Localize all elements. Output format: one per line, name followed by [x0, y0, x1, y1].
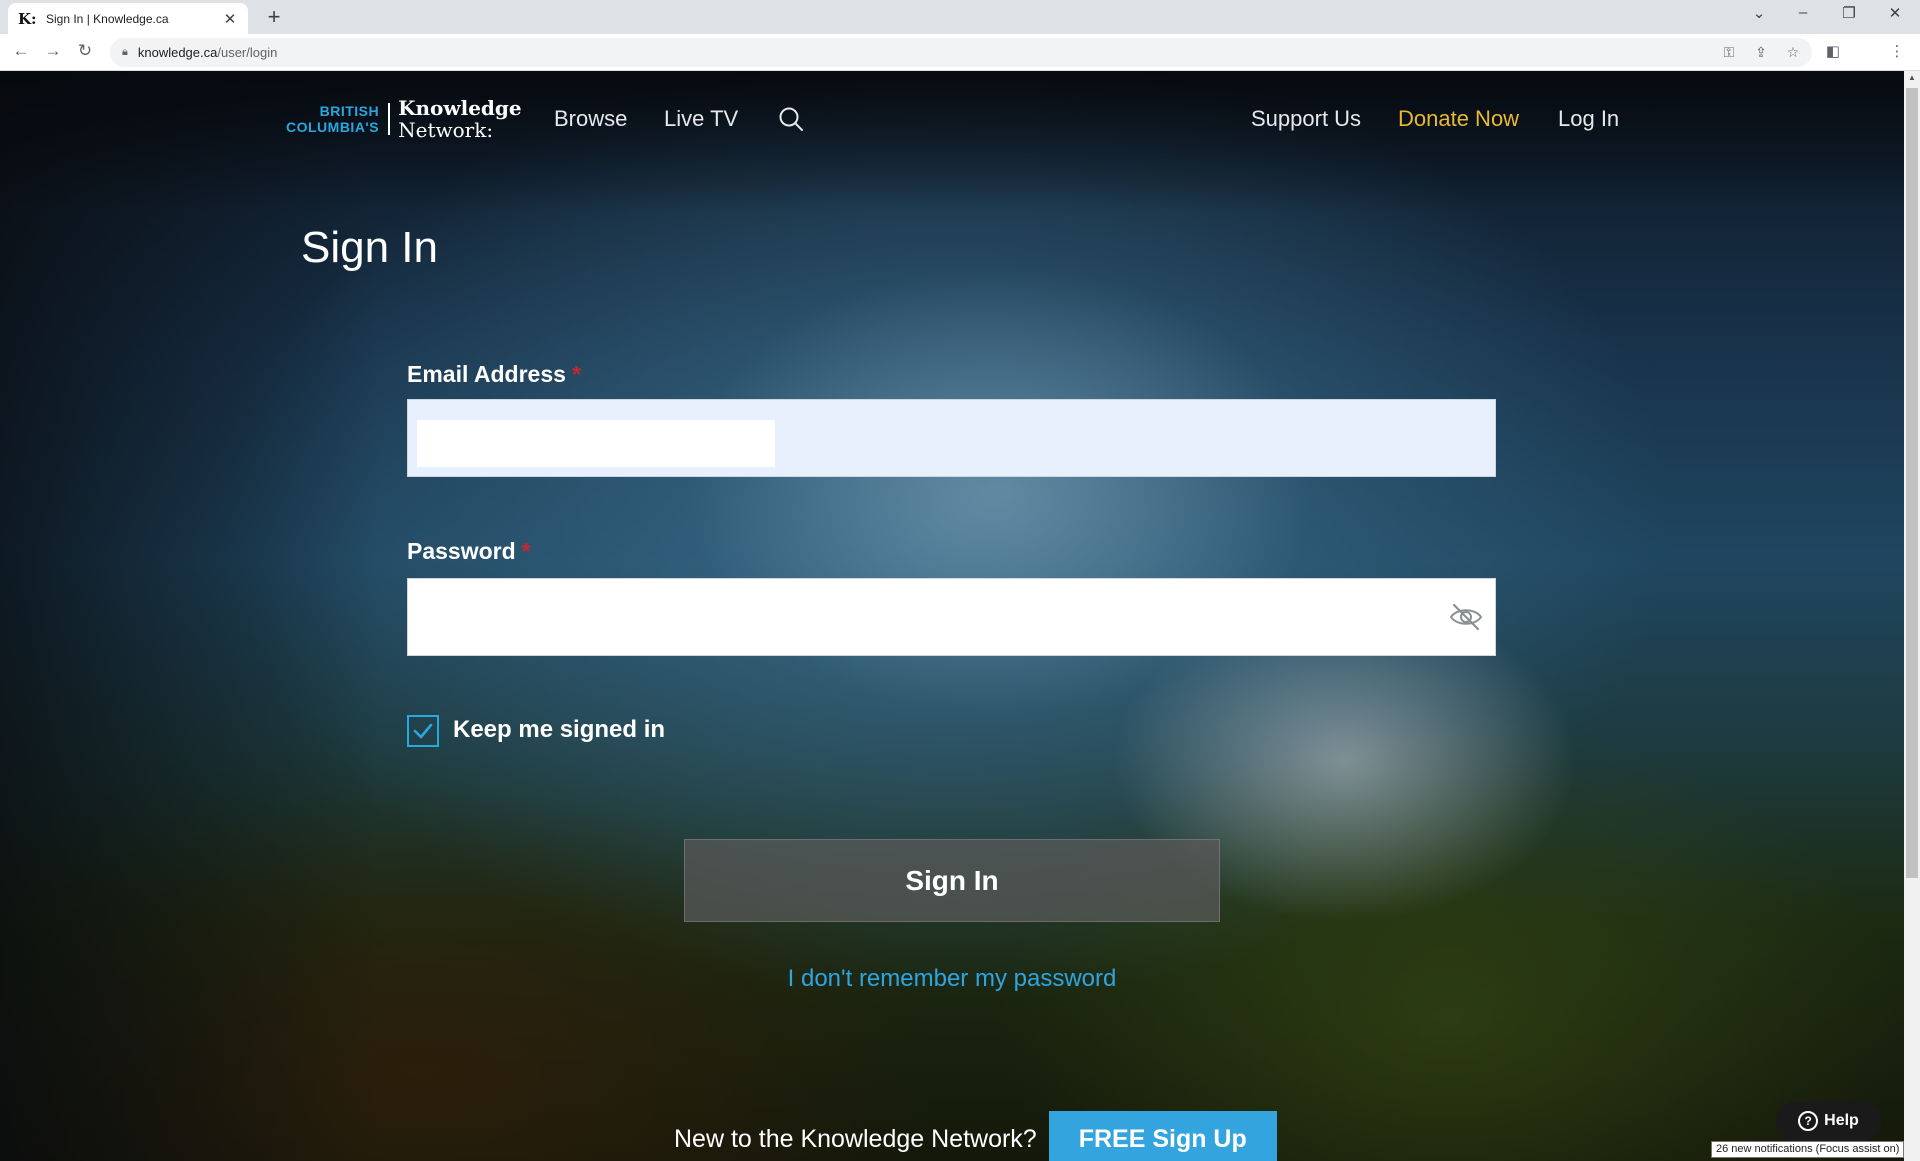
- side-panel-icon[interactable]: ◧: [1823, 42, 1843, 60]
- email-label: Email Address *: [407, 361, 581, 388]
- restore-icon[interactable]: ❐: [1826, 4, 1872, 22]
- help-icon: ?: [1798, 1111, 1819, 1131]
- email-label-text: Email Address: [407, 361, 566, 387]
- logo-wordmark: Knowledge Network:: [390, 97, 522, 141]
- site-logo[interactable]: BRITISH COLUMBIA'S Knowledge Network:: [286, 95, 522, 143]
- signup-prompt: New to the Knowledge Network? FREE Sign …: [674, 1111, 1277, 1161]
- logo-name-2: Network:: [398, 118, 494, 142]
- password-field[interactable]: [407, 578, 1496, 656]
- reload-icon[interactable]: ↻: [73, 41, 97, 61]
- browser-tabstrip: K: Sign In | Knowledge.ca ✕ + ⌄ – ❐ ✕: [0, 0, 1920, 34]
- key-icon[interactable]: ⚿: [1719, 44, 1739, 61]
- password-label-text: Password: [407, 538, 516, 564]
- keep-signed-in-checkbox[interactable]: [407, 715, 439, 747]
- help-label: Help: [1824, 1112, 1859, 1129]
- url-path: /user/login: [217, 45, 278, 60]
- required-mark: *: [571, 361, 581, 387]
- tab-title: Sign In | Knowledge.ca: [46, 11, 169, 26]
- back-icon[interactable]: ←: [9, 41, 33, 61]
- share-icon[interactable]: ⇪: [1751, 44, 1771, 61]
- sign-in-button[interactable]: Sign In: [684, 839, 1220, 922]
- help-button[interactable]: ? Help: [1776, 1101, 1881, 1141]
- logo-line-2: COLUMBIA'S: [286, 119, 380, 135]
- checkmark-icon: [413, 723, 433, 739]
- browser-tab[interactable]: K: Sign In | Knowledge.ca ✕: [8, 3, 248, 34]
- address-bar[interactable]: 🔒︎ knowledge.ca/user/login ⚿ ⇪ ☆: [110, 38, 1812, 67]
- scrollbar-thumb[interactable]: [1906, 88, 1918, 878]
- logo-line-1: BRITISH: [319, 103, 380, 119]
- site-favicon-icon: K:: [18, 9, 37, 28]
- bookmark-star-icon[interactable]: ☆: [1783, 44, 1803, 61]
- logo-region: BRITISH COLUMBIA'S: [286, 103, 391, 135]
- search-icon[interactable]: [778, 106, 804, 132]
- lock-icon[interactable]: 🔒︎: [122, 46, 128, 59]
- required-mark: *: [521, 538, 531, 564]
- nav-log-in[interactable]: Log In: [1558, 106, 1619, 132]
- close-tab-icon[interactable]: ✕: [222, 10, 238, 28]
- browser-toolbar: ← → ↻ 🔒︎ knowledge.ca/user/login ⚿ ⇪ ☆ ◧…: [0, 34, 1920, 71]
- menu-dots-icon[interactable]: ⋮: [1887, 42, 1907, 60]
- email-autofill-overlay: [417, 420, 775, 467]
- close-window-icon[interactable]: ✕: [1872, 4, 1918, 22]
- forward-icon[interactable]: →: [41, 41, 65, 61]
- url-host: knowledge.ca: [137, 45, 218, 60]
- nav-browse[interactable]: Browse: [554, 106, 627, 132]
- page-viewport: BRITISH COLUMBIA'S Knowledge Network: Br…: [0, 71, 1904, 1161]
- password-label: Password *: [407, 538, 531, 565]
- keep-signed-in-label[interactable]: Keep me signed in: [453, 716, 665, 744]
- nav-support-us[interactable]: Support Us: [1251, 106, 1361, 132]
- logo-name-1: Knowledge: [398, 96, 522, 120]
- forgot-password-link[interactable]: I don't remember my password: [0, 965, 1904, 993]
- minimize-icon[interactable]: –: [1780, 4, 1826, 21]
- nav-live-tv[interactable]: Live TV: [664, 106, 738, 132]
- scroll-up-icon[interactable]: ▲: [1904, 73, 1920, 82]
- free-sign-up-button[interactable]: FREE Sign Up: [1048, 1111, 1277, 1161]
- new-tab-icon[interactable]: +: [262, 4, 286, 30]
- tab-search-icon[interactable]: ⌄: [1736, 4, 1782, 22]
- signup-prompt-text: New to the Knowledge Network?: [674, 1124, 1037, 1153]
- page-title: Sign In: [301, 223, 438, 272]
- hide-password-icon[interactable]: [1448, 599, 1484, 635]
- nav-donate-now[interactable]: Donate Now: [1398, 106, 1519, 132]
- notification-tooltip: 26 new notifications (Focus assist on): [1711, 1141, 1905, 1158]
